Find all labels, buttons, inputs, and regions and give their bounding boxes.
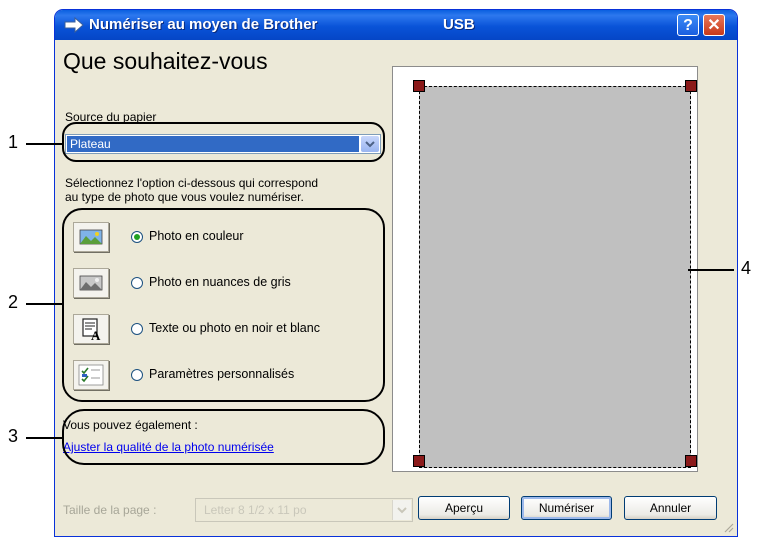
crop-handle[interactable] <box>413 455 425 467</box>
callout-number: 4 <box>741 258 752 278</box>
crop-handle[interactable] <box>685 80 697 92</box>
callout-line <box>26 303 62 305</box>
page-title: Que souhaitez-vous <box>63 48 268 74</box>
preview-pane[interactable] <box>392 66 698 472</box>
help-button[interactable]: ? <box>677 14 699 36</box>
callout-number: 1 <box>8 132 19 152</box>
scanner-arrow-icon <box>64 16 84 34</box>
crop-handle[interactable] <box>413 80 425 92</box>
callout-2-oval <box>62 208 385 402</box>
close-button[interactable]: ✕ <box>703 14 725 36</box>
scan-button[interactable]: Numériser <box>521 496 612 520</box>
callout-line <box>26 437 62 439</box>
preview-button[interactable]: Aperçu <box>418 496 510 520</box>
cancel-button[interactable]: Annuler <box>624 496 717 520</box>
chevron-down-icon[interactable] <box>392 500 411 520</box>
page-size-select[interactable]: Letter 8 1/2 x 11 po <box>195 498 413 522</box>
callout-number: 3 <box>8 426 19 446</box>
scan-area[interactable] <box>419 86 691 468</box>
instruction-text: au type de photo que vous voulez numéris… <box>65 190 304 204</box>
callout-number: 2 <box>8 292 19 312</box>
instruction-text: Sélectionnez l'option ci-dessous qui cor… <box>65 176 319 190</box>
callout-line <box>26 143 62 145</box>
callout-3-oval <box>62 409 385 465</box>
crop-handle[interactable] <box>685 455 697 467</box>
resize-grip-icon[interactable] <box>721 520 735 534</box>
page-size-value: Letter 8 1/2 x 11 po <box>204 503 307 517</box>
window-title: Numériser au moyen de Brother <box>89 16 318 33</box>
callout-line <box>688 269 734 271</box>
connection-label: USB <box>443 16 475 33</box>
callout-1-oval <box>62 122 385 162</box>
title-bar[interactable]: Numériser au moyen de Brother USB ? ✕ <box>55 10 737 40</box>
page-size-label: Taille de la page : <box>63 503 157 517</box>
